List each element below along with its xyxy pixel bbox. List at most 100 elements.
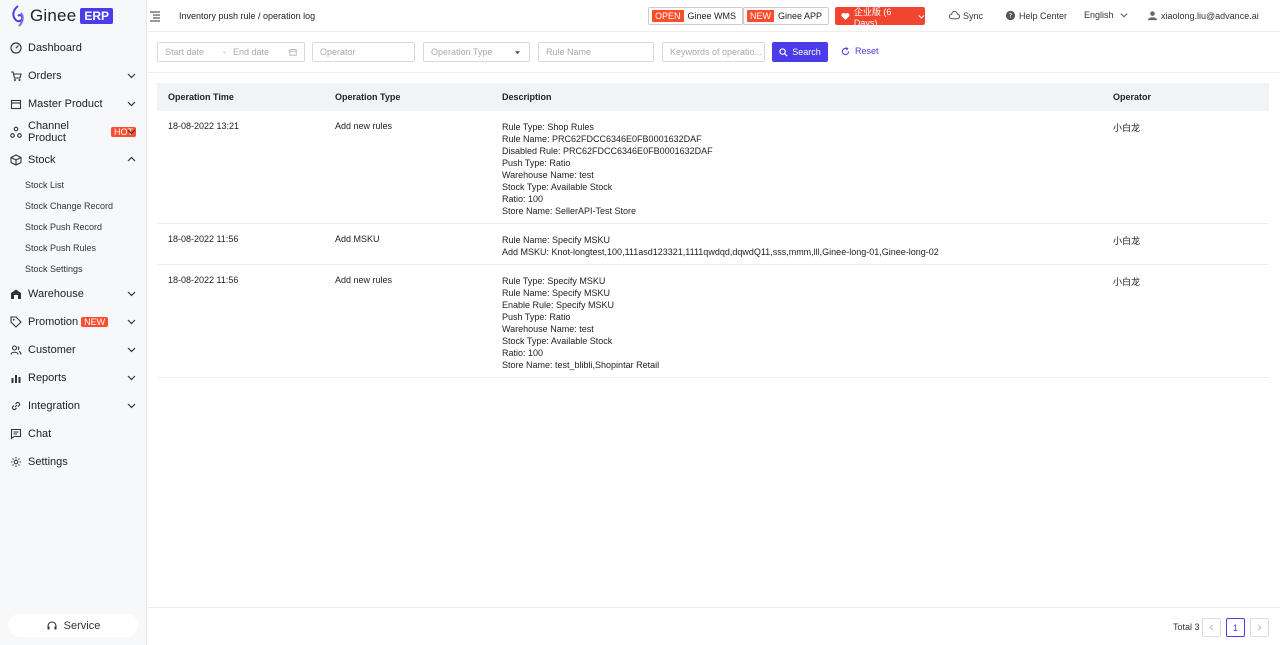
desc-line: Store Name: test_blibli,Shopintar Retail — [502, 360, 660, 370]
users-icon — [10, 344, 22, 356]
operator: 小白龙 — [1113, 236, 1141, 246]
reset-button[interactable]: Reset — [841, 46, 879, 56]
desc-line: Enable Rule: Specify MSKU — [502, 300, 615, 310]
breadcrumb: Inventory push rule / operation log — [179, 10, 316, 21]
header-operator: Operator — [1113, 92, 1152, 102]
operator-placeholder: Operator — [320, 47, 356, 57]
gear-icon — [10, 456, 22, 468]
sidebar-label: Channel Product — [28, 120, 69, 144]
user-menu[interactable]: xiaolong.liu@advance.ai — [1147, 10, 1259, 21]
tag-icon — [10, 316, 22, 328]
sync-link[interactable]: Sync — [949, 10, 983, 21]
desc-line: Rule Name: Specify MSKU — [502, 288, 611, 298]
sidebar-item-warehouse[interactable]: Warehouse — [0, 280, 146, 308]
chevron-down-icon — [127, 403, 136, 409]
sidebar-label: Promotion — [28, 315, 79, 328]
operation-time: 18-08-2022 11:56 — [168, 234, 239, 244]
top-header: Inventory push rule / operation log OPEN… — [147, 0, 1280, 32]
sidebar-item-chat[interactable]: Chat — [0, 420, 146, 448]
chevron-right-icon — [1257, 624, 1262, 631]
language-select[interactable]: English — [1084, 10, 1131, 20]
desc-line: Rule Name: PRC62FDCC6346E0FB0001632DAF — [502, 134, 702, 144]
end-date-input[interactable]: End date — [233, 47, 289, 57]
operator-input[interactable]: Operator — [312, 42, 415, 62]
sidebar-item-stock[interactable]: Stock — [0, 146, 146, 174]
sidebar: Ginee ERP Dashboard Orders Master Produc… — [0, 0, 147, 645]
sidebar-subitem-stock-list[interactable]: Stock List — [0, 174, 146, 195]
keywords-input[interactable]: Keywords of operatio... — [662, 42, 765, 62]
sidebar-item-customer[interactable]: Customer — [0, 336, 146, 364]
desc-line: Stock Type: Available Stock — [502, 336, 613, 346]
pagination-bar: Total 3 1 — [147, 607, 1280, 645]
sidebar-item-orders[interactable]: Orders — [0, 62, 146, 90]
dashboard-icon — [10, 42, 22, 54]
chevron-down-icon — [127, 347, 136, 353]
chevron-down-icon — [918, 14, 925, 19]
chevron-down-icon — [127, 101, 136, 107]
sidebar-label: Integration — [28, 399, 80, 412]
box-icon — [10, 98, 22, 110]
date-range-picker[interactable]: Start date - End date — [157, 42, 305, 62]
new-tag: NEW — [747, 10, 774, 22]
desc-line: Rule Type: Shop Rules — [502, 122, 594, 132]
warehouse-icon — [10, 288, 22, 300]
search-icon — [779, 47, 788, 57]
sidebar-subitem-stock-push-record[interactable]: Stock Push Record — [0, 216, 146, 237]
app-label: Ginee APP — [778, 11, 823, 21]
sidebar-item-dashboard[interactable]: Dashboard — [0, 34, 146, 62]
chevron-up-icon — [127, 156, 136, 162]
menu-fold-icon[interactable] — [149, 10, 161, 22]
sidebar-item-channel-product[interactable]: Channel Product HOT — [0, 118, 146, 146]
reset-label: Reset — [855, 46, 879, 56]
brand-name: Ginee — [30, 6, 77, 25]
heart-icon — [841, 12, 850, 20]
cart-icon — [10, 70, 22, 82]
chevron-down-icon — [127, 129, 136, 135]
page-1-button[interactable]: 1 — [1226, 618, 1245, 637]
sidebar-label: Chat — [28, 427, 52, 440]
refresh-icon — [841, 46, 850, 55]
desc-line: Push Type: Ratio — [502, 312, 571, 322]
table-header: Operation Time Operation Type Descriptio… — [157, 83, 1269, 111]
enterprise-plan-button[interactable]: 企业版 (6 Days) — [835, 7, 925, 28]
open-tag: OPEN — [652, 10, 684, 22]
link-icon — [10, 400, 22, 412]
keywords-placeholder: Keywords of operatio... — [670, 47, 763, 57]
sidebar-item-reports[interactable]: Reports — [0, 364, 146, 392]
service-button[interactable]: Service — [8, 614, 138, 637]
operation-type: Add new rules — [335, 121, 393, 131]
sidebar-label: Stock — [28, 154, 56, 166]
desc-line: Rule Type: Specify MSKU — [502, 276, 606, 286]
sidebar-label: Warehouse — [28, 287, 84, 300]
operation-log-table: Operation Time Operation Type Descriptio… — [157, 83, 1269, 378]
sidebar-item-promotion[interactable]: Promotion NEW — [0, 308, 146, 336]
sidebar-label: Orders — [28, 70, 62, 82]
caret-down-icon — [514, 51, 521, 55]
next-page-button[interactable] — [1250, 618, 1269, 637]
sync-label: Sync — [963, 10, 984, 21]
sidebar-item-settings[interactable]: Settings — [0, 448, 146, 476]
operation-type-select[interactable]: Operation Type — [423, 42, 530, 62]
rule-name-input[interactable]: Rule Name — [538, 42, 654, 62]
date-range-separator: - — [223, 47, 226, 57]
help-center-link[interactable]: ? Help Center — [1005, 10, 1067, 21]
service-label: Service — [63, 619, 101, 632]
user-icon — [1147, 11, 1158, 21]
ginee-app-button[interactable]: NEW Ginee APP — [743, 7, 830, 25]
ginee-wms-button[interactable]: OPEN Ginee WMS — [648, 7, 744, 25]
chevron-down-icon — [127, 319, 136, 325]
start-date-input[interactable]: Start date — [165, 47, 223, 57]
search-button[interactable]: Search — [772, 42, 828, 62]
sidebar-subitem-stock-push-rules[interactable]: Stock Push Rules — [0, 238, 146, 259]
sidebar-subitem-stock-change-record[interactable]: Stock Change Record — [0, 195, 146, 216]
sidebar-item-integration[interactable]: Integration — [0, 392, 146, 420]
total-count: Total 3 — [1173, 622, 1200, 632]
operation-type: Add new rules — [335, 275, 393, 285]
sidebar-subitem-stock-settings[interactable]: Stock Settings — [0, 259, 146, 280]
prev-page-button[interactable] — [1202, 618, 1221, 637]
sidebar-item-master-product[interactable]: Master Product — [0, 90, 146, 118]
sidebar-label: Master Product — [28, 98, 103, 110]
description: Rule Name: Specify MSKU Add MSKU: Knot-l… — [502, 234, 939, 258]
operator: 小白龙 — [1113, 123, 1141, 133]
logo[interactable]: Ginee ERP — [0, 0, 146, 32]
